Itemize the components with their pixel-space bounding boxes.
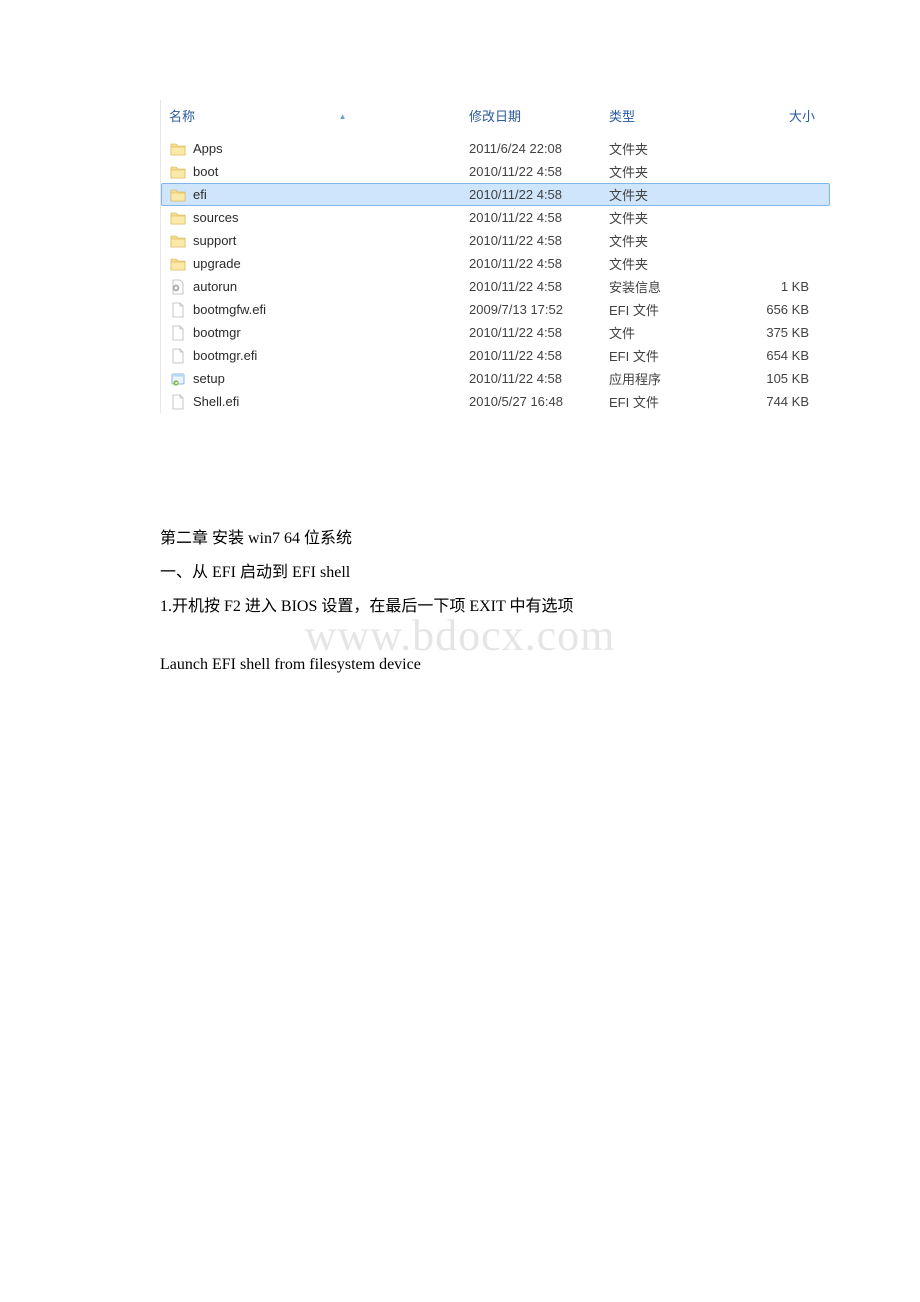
- file-name: bootmgfw.efi: [193, 302, 266, 317]
- file-name: efi: [193, 187, 207, 202]
- column-header-name[interactable]: 名称 ▲: [169, 102, 469, 129]
- cell-date: 2010/5/27 16:48: [469, 394, 609, 409]
- setup-info-icon: [169, 279, 187, 295]
- table-row[interactable]: setup 2010/11/22 4:58应用程序105 KB: [161, 367, 830, 390]
- cell-size: 654 KB: [735, 348, 815, 363]
- file-name: setup: [193, 371, 225, 386]
- cell-type: EFI 文件: [609, 300, 735, 319]
- table-row[interactable]: bootmgfw.efi 2009/7/13 17:52EFI 文件656 KB: [161, 298, 830, 321]
- table-row[interactable]: support 2010/11/22 4:58文件夹: [161, 229, 830, 252]
- cell-name: Apps: [169, 141, 469, 157]
- file-explorer-list: 名称 ▲ 修改日期 类型 大小 Apps2011/6/24 22:08文件夹bo…: [160, 100, 830, 413]
- cell-type: 应用程序: [609, 369, 735, 388]
- folder-icon: [169, 210, 187, 226]
- table-row[interactable]: bootmgr.efi 2010/11/22 4:58EFI 文件654 KB: [161, 344, 830, 367]
- shell-option-text: Launch EFI shell from filesystem device: [160, 649, 760, 681]
- cell-type: 文件: [609, 323, 735, 342]
- folder-icon: [169, 233, 187, 249]
- file-name: Shell.efi: [193, 394, 239, 409]
- sort-ascending-icon: ▲: [339, 112, 347, 121]
- folder-icon: [169, 164, 187, 180]
- step-text: 1.开机按 F2 进入 BIOS 设置，在最后一下项 EXIT 中有选项: [160, 591, 760, 623]
- cell-date: 2010/11/22 4:58: [469, 164, 609, 179]
- cell-date: 2010/11/22 4:58: [469, 210, 609, 225]
- cell-size: 375 KB: [735, 325, 815, 340]
- cell-date: 2010/11/22 4:58: [469, 371, 609, 386]
- cell-name: sources: [169, 210, 469, 226]
- column-header-date[interactable]: 修改日期: [469, 102, 609, 129]
- cell-date: 2010/11/22 4:58: [469, 279, 609, 294]
- cell-size: 744 KB: [735, 394, 815, 409]
- cell-type: 安装信息: [609, 277, 735, 296]
- file-name: bootmgr.efi: [193, 348, 257, 363]
- table-row[interactable]: sources 2010/11/22 4:58文件夹: [161, 206, 830, 229]
- file-name: support: [193, 233, 236, 248]
- cell-date: 2010/11/22 4:58: [469, 325, 609, 340]
- application-icon: [169, 371, 187, 387]
- cell-name: autorun: [169, 279, 469, 295]
- folder-icon: [169, 141, 187, 157]
- folder-icon: [169, 256, 187, 272]
- cell-date: 2009/7/13 17:52: [469, 302, 609, 317]
- cell-type: 文件夹: [609, 185, 735, 204]
- cell-type: 文件夹: [609, 162, 735, 181]
- cell-type: EFI 文件: [609, 392, 735, 411]
- column-header-name-label: 名称: [169, 109, 195, 124]
- column-header-size[interactable]: 大小: [735, 102, 815, 129]
- column-header-type[interactable]: 类型: [609, 102, 735, 129]
- column-headers-row: 名称 ▲ 修改日期 类型 大小: [161, 100, 830, 137]
- cell-date: 2010/11/22 4:58: [469, 233, 609, 248]
- cell-name: bootmgfw.efi: [169, 302, 469, 318]
- cell-name: support: [169, 233, 469, 249]
- file-name: upgrade: [193, 256, 241, 271]
- cell-type: 文件夹: [609, 231, 735, 250]
- table-row[interactable]: upgrade 2010/11/22 4:58文件夹: [161, 252, 830, 275]
- cell-date: 2011/6/24 22:08: [469, 141, 609, 156]
- file-name: autorun: [193, 279, 237, 294]
- file-icon: [169, 302, 187, 318]
- table-row[interactable]: efi 2010/11/22 4:58文件夹: [161, 183, 830, 206]
- cell-size: 656 KB: [735, 302, 815, 317]
- cell-type: 文件夹: [609, 139, 735, 158]
- cell-date: 2010/11/22 4:58: [469, 187, 609, 202]
- cell-name: bootmgr: [169, 325, 469, 341]
- file-name: bootmgr: [193, 325, 241, 340]
- table-row[interactable]: bootmgr 2010/11/22 4:58文件375 KB: [161, 321, 830, 344]
- file-name: sources: [193, 210, 239, 225]
- document-body: 第二章 安装 win7 64 位系统 一、从 EFI 启动到 EFI shell…: [160, 523, 760, 681]
- file-icon: [169, 394, 187, 410]
- cell-name: Shell.efi: [169, 394, 469, 410]
- cell-size: 105 KB: [735, 371, 815, 386]
- file-icon: [169, 348, 187, 364]
- section-heading: 一、从 EFI 启动到 EFI shell: [160, 557, 760, 589]
- chapter-heading: 第二章 安装 win7 64 位系统: [160, 523, 760, 555]
- cell-name: upgrade: [169, 256, 469, 272]
- table-row[interactable]: Shell.efi 2010/5/27 16:48EFI 文件744 KB: [161, 390, 830, 413]
- folder-icon: [169, 187, 187, 203]
- cell-name: efi: [169, 187, 469, 203]
- table-row[interactable]: autorun 2010/11/22 4:58安装信息1 KB: [161, 275, 830, 298]
- cell-name: bootmgr.efi: [169, 348, 469, 364]
- file-name: boot: [193, 164, 218, 179]
- file-name: Apps: [193, 141, 223, 156]
- table-row[interactable]: Apps 2011/6/24 22:08文件夹: [161, 137, 830, 160]
- cell-type: 文件夹: [609, 208, 735, 227]
- cell-size: 1 KB: [735, 279, 815, 294]
- file-icon: [169, 325, 187, 341]
- table-row[interactable]: boot 2010/11/22 4:58文件夹: [161, 160, 830, 183]
- cell-date: 2010/11/22 4:58: [469, 256, 609, 271]
- cell-date: 2010/11/22 4:58: [469, 348, 609, 363]
- cell-type: EFI 文件: [609, 346, 735, 365]
- cell-name: setup: [169, 371, 469, 387]
- cell-type: 文件夹: [609, 254, 735, 273]
- cell-name: boot: [169, 164, 469, 180]
